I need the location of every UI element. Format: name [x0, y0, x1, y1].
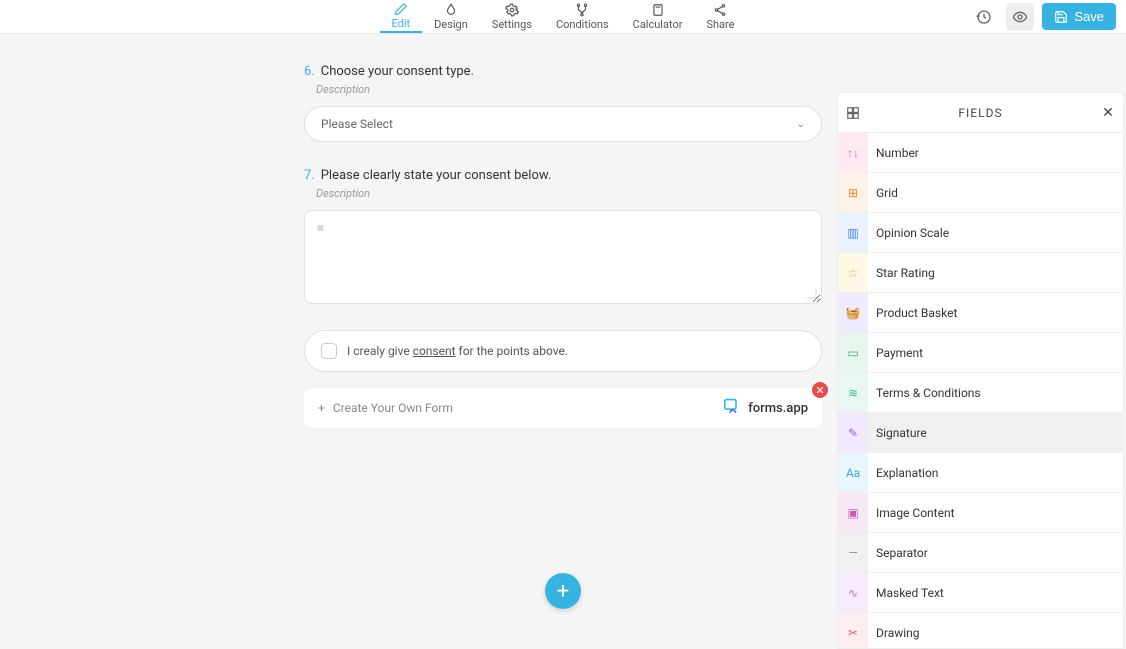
- field-item-star-rating[interactable]: ☆Star Rating: [838, 253, 1123, 293]
- product-basket-icon: 🧺: [838, 293, 868, 332]
- calculator-icon: [651, 3, 665, 17]
- opinion-scale-icon: ▥: [838, 213, 868, 252]
- consent-checkbox[interactable]: [321, 343, 337, 359]
- field-item-terms-conditions[interactable]: ≋Terms & Conditions: [838, 373, 1123, 413]
- question-number: 7.: [304, 168, 315, 183]
- select-placeholder: Please Select: [321, 117, 393, 131]
- field-item-payment[interactable]: ▭Payment: [838, 333, 1123, 373]
- tab-label: Calculator: [633, 18, 683, 31]
- topbar-actions: Save: [970, 3, 1116, 31]
- save-button[interactable]: Save: [1042, 3, 1116, 30]
- field-label: Product Basket: [868, 306, 957, 320]
- field-label: Masked Text: [868, 586, 944, 600]
- grid-icon: ⊞: [838, 173, 868, 212]
- grid-icon: [838, 106, 868, 120]
- pencil-icon: [394, 2, 408, 16]
- separator-icon: —: [838, 533, 868, 572]
- save-label: Save: [1074, 9, 1104, 24]
- field-label: Explanation: [868, 466, 938, 480]
- signature-icon: ✎: [838, 413, 868, 452]
- history-icon: [976, 9, 992, 25]
- question-description: Description: [316, 83, 822, 96]
- field-label: Star Rating: [868, 266, 935, 280]
- field-label: Payment: [868, 346, 923, 360]
- tab-label: Share: [706, 18, 734, 31]
- field-item-masked-text[interactable]: ∿Masked Text: [838, 573, 1123, 613]
- panel-title: FIELDS: [868, 106, 1093, 120]
- tab-label: Design: [434, 18, 468, 31]
- plus-icon: +: [557, 579, 569, 604]
- terms-conditions-icon: ≋: [838, 373, 868, 412]
- tab-label: Conditions: [556, 18, 609, 31]
- field-label: Separator: [868, 546, 928, 560]
- history-button[interactable]: [970, 3, 998, 31]
- question-number: 6.: [304, 64, 315, 79]
- field-item-signature[interactable]: ✎Signature: [838, 413, 1123, 453]
- tab-design[interactable]: Design: [422, 0, 480, 33]
- align-left-icon: ≡: [317, 221, 324, 235]
- field-label: Signature: [868, 426, 927, 440]
- question-7[interactable]: 7. Please clearly state your consent bel…: [304, 168, 822, 304]
- number-icon: ↑↓: [838, 133, 868, 172]
- question-text: Please clearly state your consent below.: [321, 168, 552, 183]
- tab-conditions[interactable]: Conditions: [544, 0, 621, 33]
- fields-panel: FIELDS ✕ ↑↓Number⊞Grid▥Opinion Scale☆Sta…: [837, 92, 1124, 649]
- save-icon: [1054, 10, 1068, 24]
- field-label: Grid: [868, 186, 898, 200]
- field-label: Drawing: [868, 626, 920, 640]
- close-icon: ✕: [815, 384, 824, 397]
- plus-icon: +: [318, 401, 325, 415]
- eye-icon: [1012, 9, 1028, 25]
- panel-close-button[interactable]: ✕: [1093, 105, 1123, 121]
- consent-label: I crealy give consent for the points abo…: [347, 344, 568, 358]
- branding-block[interactable]: + Create Your Own Form forms.app ✕: [304, 388, 822, 428]
- field-label: Opinion Scale: [868, 226, 949, 240]
- forms-app-logo-icon: [722, 398, 742, 418]
- branch-icon: [575, 3, 589, 17]
- question-6[interactable]: 6. Choose your consent type. Description…: [304, 64, 822, 142]
- field-item-drawing[interactable]: ✂Drawing: [838, 613, 1123, 648]
- field-item-number[interactable]: ↑↓Number: [838, 133, 1123, 173]
- image-content-icon: ▣: [838, 493, 868, 532]
- tab-share[interactable]: Share: [694, 0, 746, 33]
- consent-checkbox-row[interactable]: I crealy give consent for the points abo…: [304, 330, 822, 372]
- field-item-product-basket[interactable]: 🧺Product Basket: [838, 293, 1123, 333]
- question-description: Description: [316, 187, 822, 200]
- tab-label: Settings: [492, 18, 532, 31]
- field-label: Image Content: [868, 506, 955, 520]
- field-list: ↑↓Number⊞Grid▥Opinion Scale☆Star Rating🧺…: [838, 133, 1123, 648]
- drawing-icon: ✂: [838, 613, 868, 648]
- payment-icon: ▭: [838, 333, 868, 372]
- question-text: Choose your consent type.: [321, 64, 474, 79]
- consent-textarea[interactable]: ≡: [304, 210, 822, 304]
- field-label: Number: [868, 146, 919, 160]
- masked-text-icon: ∿: [838, 573, 868, 612]
- share-icon: [713, 3, 727, 17]
- field-item-opinion-scale[interactable]: ▥Opinion Scale: [838, 213, 1123, 253]
- create-form-label: Create Your Own Form: [333, 401, 453, 415]
- close-icon: ✕: [1102, 105, 1114, 121]
- field-item-image-content[interactable]: ▣Image Content: [838, 493, 1123, 533]
- tab-settings[interactable]: Settings: [480, 0, 544, 33]
- tab-label: Edit: [392, 17, 411, 30]
- topbar: Edit Design Settings Conditions Calculat…: [0, 0, 1126, 34]
- tab-calculator[interactable]: Calculator: [621, 0, 695, 33]
- field-item-grid[interactable]: ⊞Grid: [838, 173, 1123, 213]
- chevron-down-icon: ⌄: [797, 119, 805, 130]
- remove-branding-button[interactable]: ✕: [812, 382, 828, 398]
- preview-button[interactable]: [1006, 3, 1034, 31]
- topbar-tabs: Edit Design Settings Conditions Calculat…: [380, 0, 747, 33]
- field-label: Terms & Conditions: [868, 386, 981, 400]
- explanation-icon: Aa: [838, 453, 868, 492]
- field-item-separator[interactable]: —Separator: [838, 533, 1123, 573]
- field-item-explanation[interactable]: AaExplanation: [838, 453, 1123, 493]
- add-field-fab[interactable]: +: [545, 573, 581, 609]
- star-rating-icon: ☆: [838, 253, 868, 292]
- consent-type-select[interactable]: Please Select ⌄: [304, 106, 822, 142]
- tab-edit[interactable]: Edit: [380, 0, 423, 33]
- brand-name: forms.app: [748, 401, 808, 416]
- gear-icon: [505, 3, 519, 17]
- drop-icon: [444, 3, 458, 17]
